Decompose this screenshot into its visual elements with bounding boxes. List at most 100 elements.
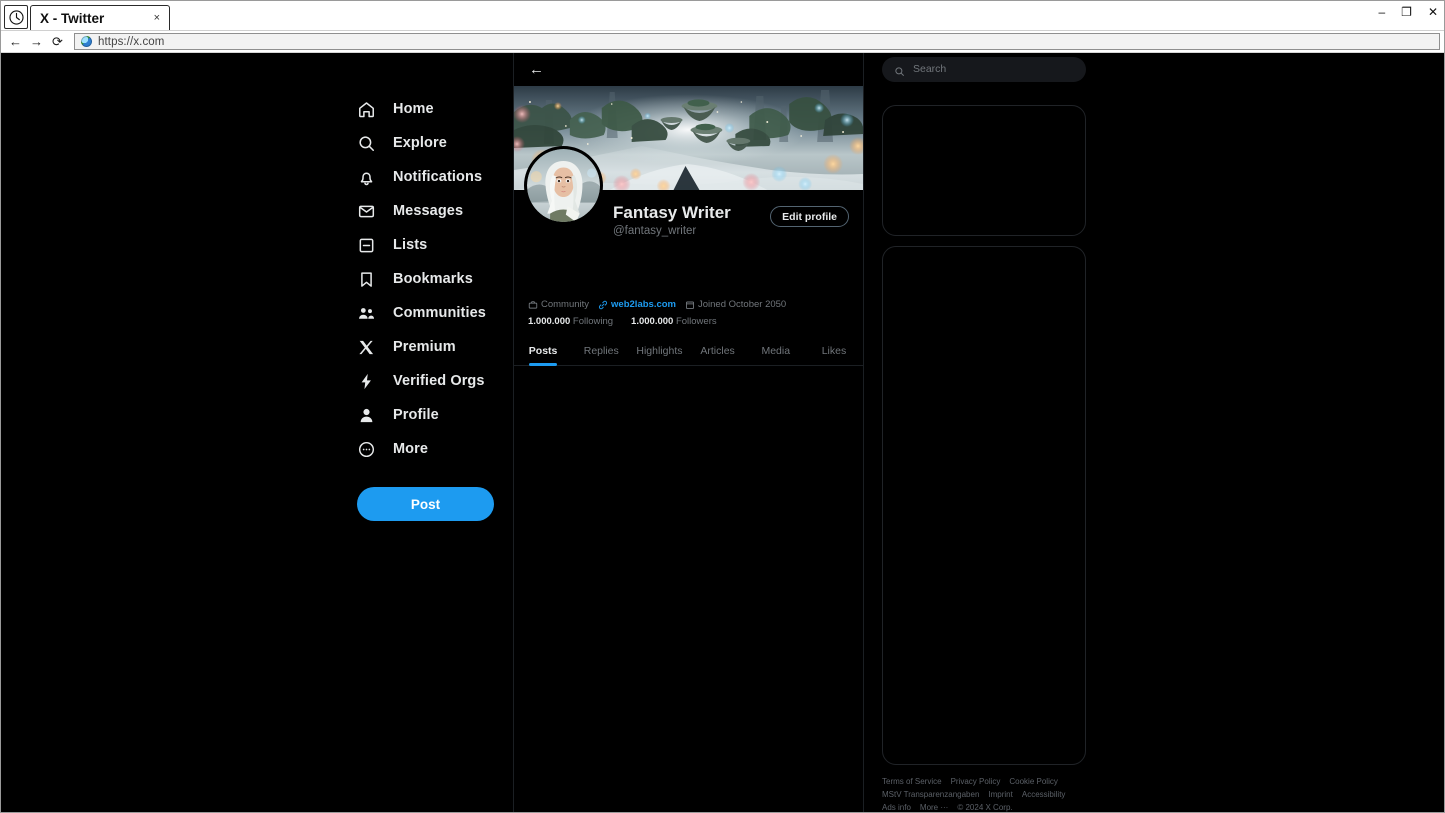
envelope-icon xyxy=(357,202,376,221)
sidebar-item-label: More xyxy=(393,441,429,457)
sidebar-item-label: Home xyxy=(393,101,434,117)
following-count: 1.000.000 xyxy=(528,316,571,328)
followers-count: 1.000.000 xyxy=(631,316,674,328)
forward-icon[interactable]: → xyxy=(26,33,47,51)
profile-column: ← Fantasy Writer @fantasy_writer Edit pr… xyxy=(514,53,864,812)
sidebar-item-label: Messages xyxy=(393,203,464,219)
profile-meta-community-label: Community xyxy=(541,299,590,311)
profile-meta-website[interactable]: web2labs.com xyxy=(598,299,676,310)
profile-meta-row: Community web2labs.com Joined October 20… xyxy=(528,299,849,310)
post-button[interactable]: Post xyxy=(357,487,494,521)
footer-link-cookie-policy[interactable]: Cookie Policy xyxy=(1009,777,1057,786)
tab-highlights[interactable]: Highlights xyxy=(630,338,688,365)
search-input[interactable] xyxy=(913,63,1074,76)
sidebar-item-messages[interactable]: Messages xyxy=(357,194,517,228)
footer-link-accessibility[interactable]: Accessibility xyxy=(1022,790,1066,799)
sidebar-item-home[interactable]: Home xyxy=(357,92,517,126)
sidebar-item-premium[interactable]: Premium xyxy=(357,330,517,364)
tab-likes[interactable]: Likes xyxy=(805,338,863,365)
sidebar-item-notifications[interactable]: Notifications xyxy=(357,160,517,194)
close-button[interactable]: ✕ xyxy=(1428,6,1438,18)
sidebar-item-profile[interactable]: Profile xyxy=(357,398,517,432)
profile-tabs: Posts Replies Highlights Articles Media … xyxy=(514,338,863,367)
profile-handle: @fantasy_writer xyxy=(613,225,697,238)
back-arrow-icon[interactable]: ← xyxy=(529,62,544,77)
list-icon xyxy=(357,236,376,255)
page-viewport: Home Explore Notifications Messages List… xyxy=(1,52,1444,812)
globe-icon xyxy=(81,36,92,47)
url-text: https://x.com xyxy=(98,35,165,48)
page-title: Fantasy Writer xyxy=(613,203,731,222)
profile-meta-website-label: web2labs.com xyxy=(611,299,676,311)
sidebar-item-label: Premium xyxy=(393,339,456,355)
profile-meta-community[interactable]: Community xyxy=(528,299,589,310)
profile-stats-row: 1.000.000 Following 1.000.000 Followers xyxy=(528,316,849,327)
bell-icon xyxy=(357,168,376,187)
browser-tab[interactable]: X - Twitter × xyxy=(30,5,170,30)
lightning-icon xyxy=(357,372,376,391)
sidebar-panel-top[interactable] xyxy=(882,104,1086,237)
sidebar-item-label: Communities xyxy=(393,305,486,321)
sidebar-item-more[interactable]: More xyxy=(357,432,517,466)
footer-link-ads-info[interactable]: Ads info xyxy=(882,803,911,812)
sidebar-item-bookmarks[interactable]: Bookmarks xyxy=(357,262,517,296)
profile-meta-joined: Joined October 2050 xyxy=(685,299,786,310)
following-label: Following xyxy=(572,316,614,328)
clock-icon xyxy=(4,5,28,29)
briefcase-icon xyxy=(528,300,538,310)
sidebar-item-label: Verified Orgs xyxy=(393,373,485,389)
sidebar-item-lists[interactable]: Lists xyxy=(357,228,517,262)
search-icon xyxy=(894,64,905,76)
sidebar-item-label: Lists xyxy=(393,237,428,253)
tab-articles[interactable]: Articles xyxy=(689,338,747,365)
profile-identity: Fantasy Writer @fantasy_writer xyxy=(613,202,731,237)
tab-posts[interactable]: Posts xyxy=(514,338,572,365)
followers-label: Followers xyxy=(675,316,717,328)
profile-meta-joined-label: Joined October 2050 xyxy=(698,299,787,311)
search-bar[interactable] xyxy=(882,57,1086,82)
title-bar: X - Twitter × – ❐ ✕ xyxy=(1,1,1444,30)
link-icon xyxy=(598,300,608,310)
footer-link-imprint[interactable]: Imprint xyxy=(988,790,1012,799)
people-icon xyxy=(357,304,376,323)
x-logo-icon xyxy=(357,338,376,357)
avatar[interactable] xyxy=(524,146,603,225)
following-stat[interactable]: 1.000.000 Following xyxy=(528,316,613,327)
footer-link-privacy-policy[interactable]: Privacy Policy xyxy=(951,777,1001,786)
sidebar-item-communities[interactable]: Communities xyxy=(357,296,517,330)
reload-icon[interactable]: ⟳ xyxy=(47,33,68,51)
maximize-button[interactable]: ❐ xyxy=(1401,6,1412,18)
sidebar-item-label: Notifications xyxy=(393,169,483,185)
sidebar-item-explore[interactable]: Explore xyxy=(357,126,517,160)
tab-media[interactable]: Media xyxy=(747,338,805,365)
sidebar-item-label: Profile xyxy=(393,407,439,423)
window-controls: – ❐ ✕ xyxy=(1378,6,1438,18)
more-circle-icon xyxy=(357,440,376,459)
profile-block: Fantasy Writer @fantasy_writer Edit prof… xyxy=(514,146,863,367)
browser-window: X - Twitter × – ❐ ✕ ← → ⟳ https://x.com xyxy=(0,0,1445,813)
person-icon xyxy=(357,406,376,425)
tab-close-icon[interactable]: × xyxy=(151,12,163,24)
footer-copyright: © 2024 X Corp. xyxy=(957,803,1013,812)
home-icon xyxy=(357,100,376,119)
address-bar[interactable]: https://x.com xyxy=(74,33,1440,50)
followers-stat[interactable]: 1.000.000 Followers xyxy=(631,316,717,327)
sidebar-item-label: Bookmarks xyxy=(393,271,473,287)
sidebar-item-verified-orgs[interactable]: Verified Orgs xyxy=(357,364,517,398)
browser-toolbar: ← → ⟳ https://x.com xyxy=(1,30,1444,52)
feed-empty-area xyxy=(514,366,863,812)
back-icon[interactable]: ← xyxy=(5,33,26,51)
sidebar-panel-bottom[interactable] xyxy=(882,246,1086,765)
profile-header-bar: ← xyxy=(514,53,863,86)
footer-links: Terms of Service Privacy Policy Cookie P… xyxy=(882,777,1086,812)
sidebar-item-label: Explore xyxy=(393,135,447,151)
primary-navigation: Home Explore Notifications Messages List… xyxy=(1,53,514,812)
tab-replies[interactable]: Replies xyxy=(572,338,630,365)
footer-link-mstv-transparenzangaben[interactable]: MStV Transparenzangaben xyxy=(882,790,979,799)
bookmark-icon xyxy=(357,270,376,289)
edit-profile-button[interactable]: Edit profile xyxy=(770,206,849,227)
footer-link-terms-of-service[interactable]: Terms of Service xyxy=(882,777,942,786)
minimize-button[interactable]: – xyxy=(1378,6,1385,18)
search-icon xyxy=(357,134,376,153)
footer-link-more[interactable]: More ··· xyxy=(920,803,948,812)
